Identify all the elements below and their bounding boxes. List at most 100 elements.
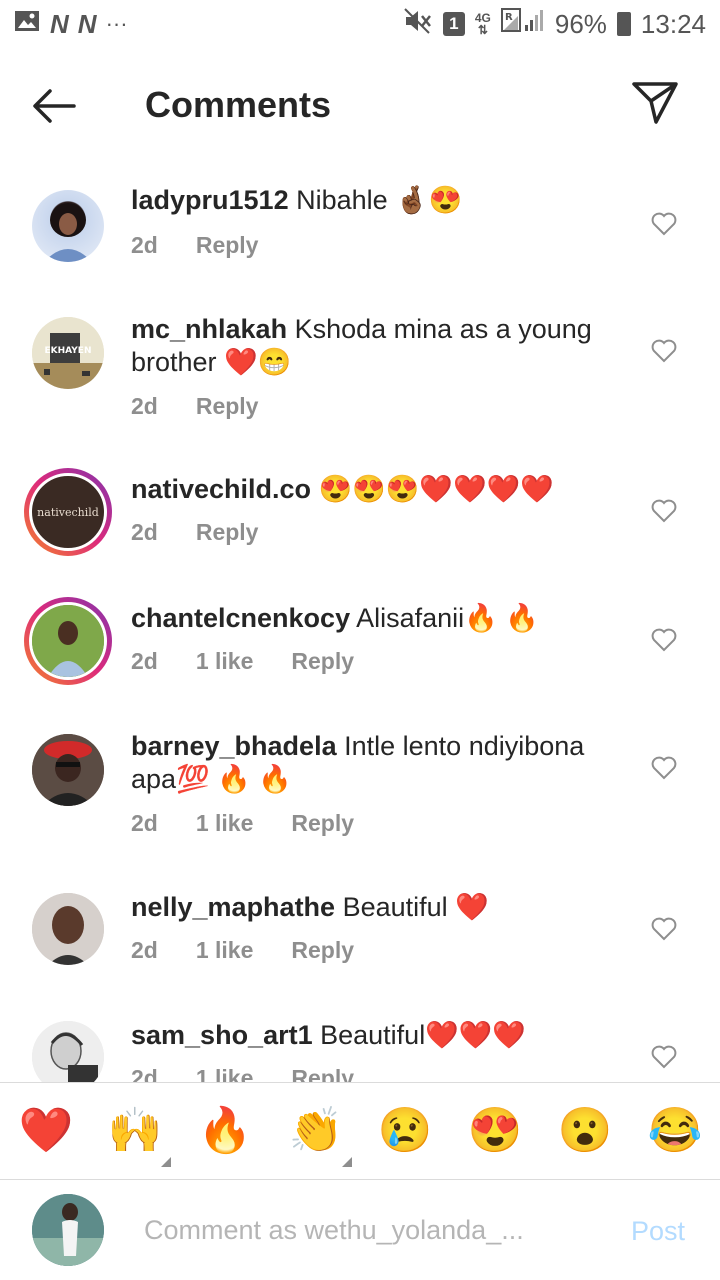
comment-text: Alisafanii🔥 🔥 [356,603,539,633]
like-comment-button[interactable] [651,628,677,652]
comment-item: EKHAYEN mc_nhlakah Kshoda mina as a youn… [0,311,720,461]
avatar[interactable] [32,1021,104,1082]
like-comment-button[interactable] [651,917,677,941]
comment-username[interactable]: ladypru1512 [131,185,289,215]
comment-text-block: nelly_maphathe Beautiful ❤️ [131,891,611,924]
paper-plane-icon [632,82,678,124]
reply-button[interactable]: Reply [196,393,259,420]
comment-likes[interactable]: 1 like [196,1065,254,1082]
comment-age: 2d [131,393,158,419]
comment-age: 2d [131,648,158,674]
share-button[interactable] [630,80,682,130]
post-button[interactable]: Post [631,1216,685,1247]
heart-outline-icon [651,212,677,236]
network-type: 4G ⇅ [474,11,491,37]
comment-age: 2d [131,519,158,545]
comment-text-block: sam_sho_art1 Beautiful❤️❤️❤️ [131,1019,611,1052]
comment-meta: 2d Reply [131,393,258,420]
n-notification-icon: N [77,8,97,39]
battery-icon [616,12,631,36]
heart-outline-icon [651,628,677,652]
avatar [29,602,107,680]
avatar-logo-text: nativechild [37,505,99,519]
current-user-avatar [32,1194,104,1266]
like-comment-button[interactable] [651,499,677,523]
heart-outline-icon [651,499,677,523]
reply-button[interactable]: Reply [196,232,259,259]
avatar-with-story-ring[interactable]: nativechild [24,468,112,556]
like-comment-button[interactable] [651,339,677,363]
reaction-surprised-button[interactable]: 😮 [557,1105,613,1157]
avatar[interactable] [32,190,104,262]
reply-button[interactable]: Reply [196,519,259,546]
avatar[interactable] [32,734,104,806]
heart-outline-icon [651,339,677,363]
more-notifications-icon: ··· [105,11,128,36]
reaction-fire-button[interactable]: 🔥 [197,1105,253,1157]
n-notification-icon: N [50,8,69,39]
comment-text-block: ladypru1512 Nibahle 🤞🏾😍 [131,184,611,217]
comment-text-block: nativechild.co 😍😍😍❤️❤️❤️❤️ [131,473,611,506]
avatar-with-story-ring[interactable] [24,597,112,685]
comment-text: Beautiful❤️❤️❤️ [320,1020,527,1050]
comment-text-block: chantelcnenkocy Alisafanii🔥 🔥 [131,602,611,635]
comment-item: nelly_maphathe Beautiful ❤️ 2d 1 like Re… [0,889,720,1009]
signal-icon: R [500,7,545,42]
reply-button[interactable]: Reply [291,1065,354,1082]
skin-tone-indicator-icon [161,1157,171,1167]
gallery-notification-icon [14,9,40,40]
skin-tone-indicator-icon [342,1157,352,1167]
avatar-logo-text: EKHAYEN [45,346,92,356]
comment-list[interactable]: ladypru1512 Nibahle 🤞🏾😍 2d Reply EKHAYEN… [0,160,720,1082]
reaction-laughing-button[interactable]: 😂 [647,1105,703,1157]
mute-icon [403,7,433,42]
reply-button[interactable]: Reply [291,648,354,675]
comment-age: 2d [131,232,158,258]
comment-composer: Post [0,1180,720,1280]
reaction-raised-hands-button[interactable]: 🙌 [107,1105,163,1157]
clock: 13:24 [640,8,706,39]
like-comment-button[interactable] [651,1045,677,1069]
comment-text-block: mc_nhlakah Kshoda mina as a young brothe… [131,313,611,379]
heart-outline-icon [651,917,677,941]
reply-button[interactable]: Reply [291,810,354,837]
comment-item: nativechild nativechild.co 😍😍😍❤️❤️❤️❤️ 2… [0,468,720,591]
comment-meta: 2d Reply [131,519,258,546]
comment-username[interactable]: nelly_maphathe [131,892,335,922]
heart-outline-icon [651,756,677,780]
comment-username[interactable]: mc_nhlakah [131,314,287,344]
comment-text: Beautiful ❤️ [342,892,489,922]
comment-meta: 2d 1 like Reply [131,937,354,964]
reply-button[interactable]: Reply [291,937,354,964]
comment-username[interactable]: sam_sho_art1 [131,1020,313,1050]
reaction-heart-eyes-button[interactable]: 😍 [467,1105,523,1157]
comment-meta: 2d 1 like Reply [131,1065,354,1082]
comment-meta: 2d 1 like Reply [131,810,354,837]
reaction-clapping-button[interactable]: 👏 [288,1105,344,1157]
comment-item: barney_bhadela Intle lento ndiyibona apa… [0,728,720,878]
avatar[interactable]: EKHAYEN [32,317,104,389]
comment-likes[interactable]: 1 like [196,648,254,675]
comment-meta: 2d 1 like Reply [131,648,354,675]
status-bar: N N ··· 1 4G ⇅ R 96% 13:24 [0,0,720,48]
quick-reaction-bar: ❤️ 🙌 🔥 👏 😢 😍 😮 😂 [0,1082,720,1180]
comment-username[interactable]: nativechild.co [131,474,311,504]
comment-username[interactable]: chantelcnenkocy [131,603,350,633]
like-comment-button[interactable] [651,756,677,780]
comment-input[interactable] [144,1210,544,1250]
comment-username[interactable]: barney_bhadela [131,731,337,761]
back-button[interactable] [30,86,82,126]
comment-text-block: barney_bhadela Intle lento ndiyibona apa… [131,730,611,796]
comment-likes[interactable]: 1 like [196,937,254,964]
back-arrow-icon [33,89,76,123]
roaming-label: R [505,12,513,23]
like-comment-button[interactable] [651,212,677,236]
avatar[interactable] [32,893,104,965]
comment-likes[interactable]: 1 like [196,810,254,837]
avatar: nativechild [29,473,107,551]
reaction-heart-button[interactable]: ❤️ [18,1105,74,1157]
comment-age: 2d [131,1065,158,1082]
comments-header: Comments [0,48,720,160]
reaction-crying-button[interactable]: 😢 [377,1105,433,1157]
battery-percent: 96% [554,8,607,39]
